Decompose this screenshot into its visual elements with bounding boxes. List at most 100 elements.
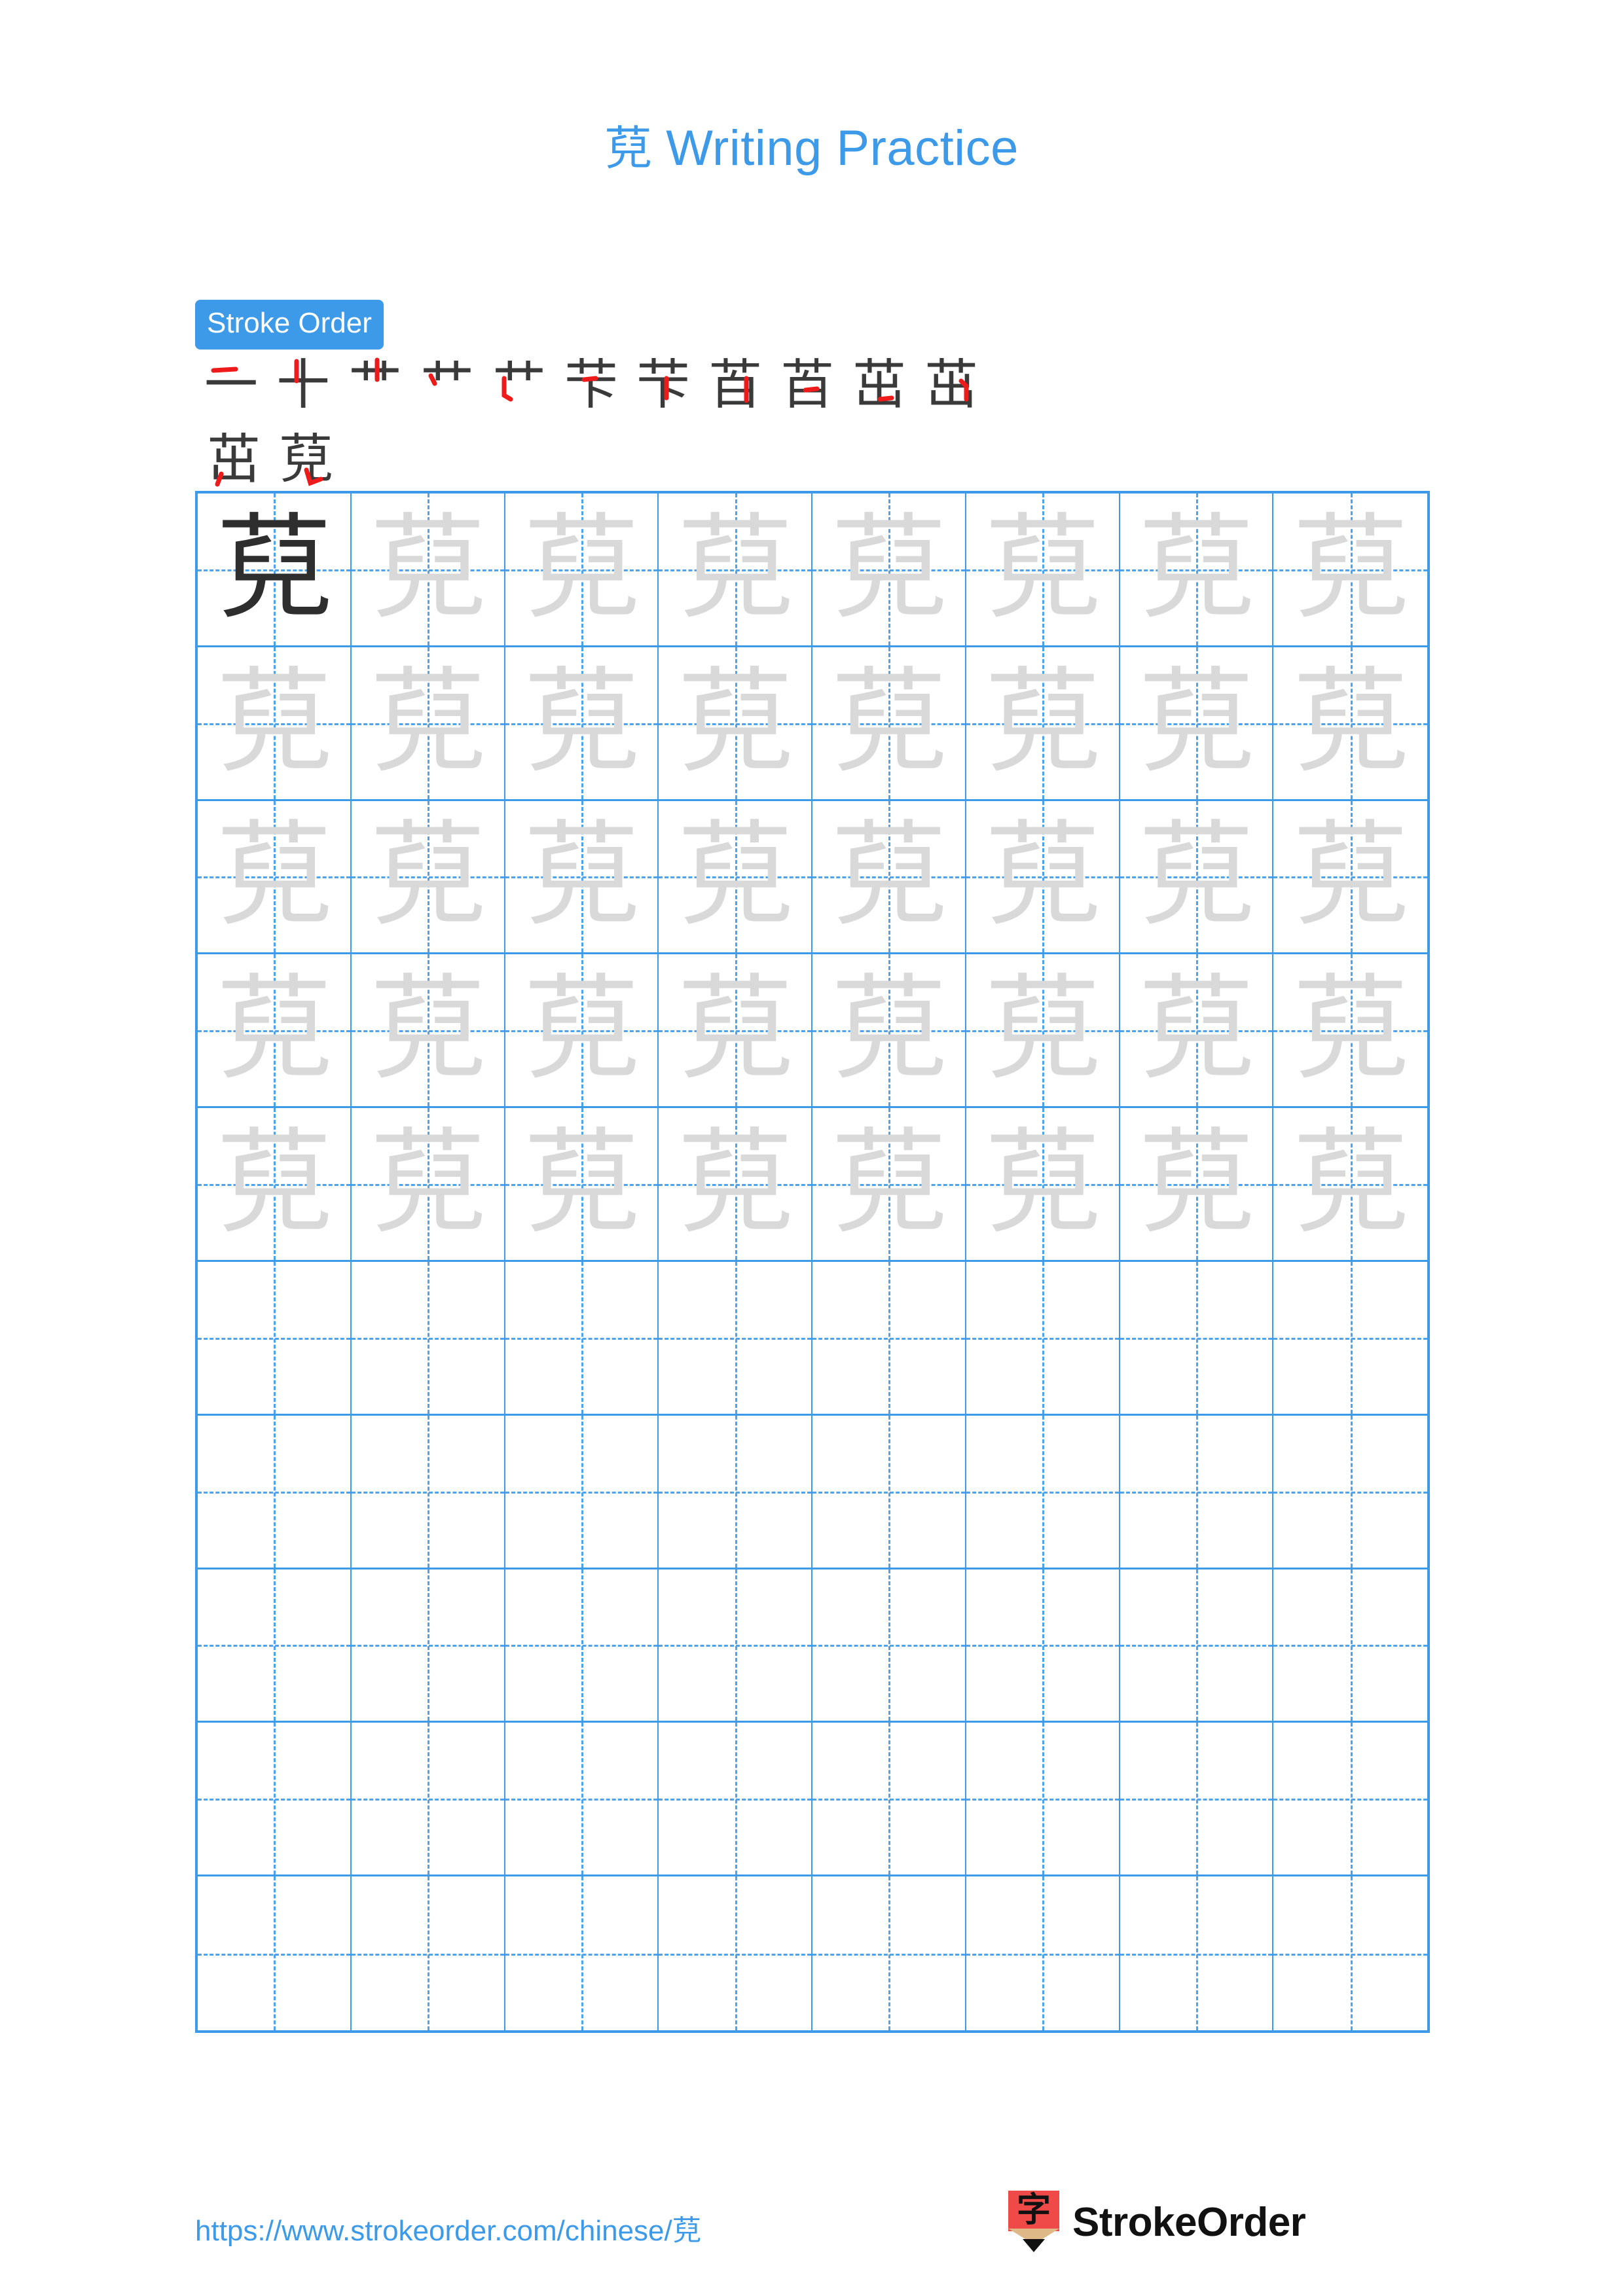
practice-cell-r6-c2[interactable]: [351, 1262, 505, 1416]
practice-cell-r9-c7[interactable]: [1120, 1723, 1274, 1877]
page-title-character: 萖: [604, 121, 652, 176]
practice-cell-r6-c5[interactable]: [812, 1262, 966, 1416]
practice-cell-r1-c7[interactable]: 萖: [1120, 493, 1274, 647]
trace-character: 萖: [523, 963, 639, 1098]
practice-cell-r1-c6[interactable]: 萖: [966, 493, 1120, 647]
trace-character: 萖: [216, 655, 332, 790]
practice-cell-r6-c3[interactable]: [505, 1262, 659, 1416]
practice-cell-r7-c8[interactable]: [1273, 1415, 1427, 1570]
practice-cell-r4-c8[interactable]: 萖: [1273, 954, 1427, 1109]
practice-cell-r8-c4[interactable]: [659, 1569, 812, 1723]
practice-grid: 萖萖萖萖萖萖萖萖萖萖萖萖萖萖萖萖萖萖萖萖萖萖萖萖萖萖萖萖萖萖萖萖萖萖萖萖萖萖萖萖: [195, 491, 1430, 2033]
practice-cell-r2-c2[interactable]: 萖: [351, 647, 505, 801]
practice-cell-r3-c3[interactable]: 萖: [505, 800, 659, 955]
trace-character: 萖: [831, 963, 947, 1098]
stroke-step-4: 艹: [411, 350, 483, 422]
practice-cell-r2-c7[interactable]: 萖: [1120, 647, 1274, 801]
trace-character: 萖: [985, 809, 1101, 944]
practice-cell-r9-c2[interactable]: [351, 1723, 505, 1877]
practice-cell-r9-c4[interactable]: [659, 1723, 812, 1877]
practice-cell-r9-c6[interactable]: [966, 1723, 1120, 1877]
practice-cell-r2-c8[interactable]: 萖: [1273, 647, 1427, 801]
trace-character: 萖: [677, 501, 793, 636]
practice-cell-r10-c3[interactable]: [505, 1876, 659, 2030]
practice-cell-r1-c5[interactable]: 萖: [812, 493, 966, 647]
practice-cell-r2-c4[interactable]: 萖: [659, 647, 812, 801]
practice-cell-r3-c1[interactable]: 萖: [198, 800, 352, 955]
practice-cell-r5-c5[interactable]: 萖: [812, 1108, 966, 1262]
practice-cell-r2-c3[interactable]: 萖: [505, 647, 659, 801]
practice-cell-r6-c7[interactable]: [1120, 1262, 1274, 1416]
practice-cell-r7-c2[interactable]: [351, 1415, 505, 1570]
practice-cell-r2-c6[interactable]: 萖: [966, 647, 1120, 801]
practice-cell-r8-c5[interactable]: [812, 1569, 966, 1723]
model-character: 萖: [216, 501, 332, 636]
practice-cell-r2-c1[interactable]: 萖: [198, 647, 352, 801]
practice-cell-r7-c1[interactable]: [198, 1415, 352, 1570]
practice-cell-r9-c1[interactable]: [198, 1723, 352, 1877]
practice-cell-r3-c4[interactable]: 萖: [659, 800, 812, 955]
practice-cell-r6-c4[interactable]: [659, 1262, 812, 1416]
practice-cell-r4-c6[interactable]: 萖: [966, 954, 1120, 1109]
trace-character: 萖: [985, 655, 1101, 790]
practice-cell-r1-c1[interactable]: 萖: [198, 493, 352, 647]
practice-cell-r7-c5[interactable]: [812, 1415, 966, 1570]
practice-cell-r5-c2[interactable]: 萖: [351, 1108, 505, 1262]
stroke-step-13: 萖: [270, 424, 342, 496]
practice-cell-r3-c2[interactable]: 萖: [351, 800, 505, 955]
practice-cell-r6-c6[interactable]: [966, 1262, 1120, 1416]
practice-cell-r4-c2[interactable]: 萖: [351, 954, 505, 1109]
practice-cell-r7-c3[interactable]: [505, 1415, 659, 1570]
practice-cell-r4-c3[interactable]: 萖: [505, 954, 659, 1109]
practice-cell-r5-c3[interactable]: 萖: [505, 1108, 659, 1262]
practice-cell-r3-c7[interactable]: 萖: [1120, 800, 1274, 955]
footer-url[interactable]: https://www.strokeorder.com/chinese/萖: [195, 2207, 701, 2249]
practice-cell-r4-c1[interactable]: 萖: [198, 954, 352, 1109]
brand-name: StrokeOrder: [1072, 2199, 1306, 2245]
practice-cell-r8-c2[interactable]: [351, 1569, 505, 1723]
practice-cell-r4-c4[interactable]: 萖: [659, 954, 812, 1109]
practice-cell-r10-c7[interactable]: [1120, 1876, 1274, 2030]
stroke-order-row-1: 一十艹艹艹芐芐苩苩茁茁: [195, 350, 1432, 420]
practice-cell-r8-c8[interactable]: [1273, 1569, 1427, 1723]
practice-cell-r5-c8[interactable]: 萖: [1273, 1108, 1427, 1262]
practice-cell-r6-c1[interactable]: [198, 1262, 352, 1416]
stroke-step-11: 茁: [915, 350, 987, 422]
practice-cell-r3-c8[interactable]: 萖: [1273, 800, 1427, 955]
practice-cell-r9-c8[interactable]: [1273, 1723, 1427, 1877]
practice-cell-r3-c5[interactable]: 萖: [812, 800, 966, 955]
practice-cell-r5-c4[interactable]: 萖: [659, 1108, 812, 1262]
practice-cell-r10-c5[interactable]: [812, 1876, 966, 2030]
practice-cell-r7-c4[interactable]: [659, 1415, 812, 1570]
practice-cell-r2-c5[interactable]: 萖: [812, 647, 966, 801]
practice-cell-r7-c7[interactable]: [1120, 1415, 1274, 1570]
practice-cell-r10-c4[interactable]: [659, 1876, 812, 2030]
practice-cell-r5-c7[interactable]: 萖: [1120, 1108, 1274, 1262]
practice-cell-r4-c5[interactable]: 萖: [812, 954, 966, 1109]
practice-cell-r9-c3[interactable]: [505, 1723, 659, 1877]
practice-cell-r5-c6[interactable]: 萖: [966, 1108, 1120, 1262]
practice-cell-r10-c1[interactable]: [198, 1876, 352, 2030]
practice-cell-r8-c1[interactable]: [198, 1569, 352, 1723]
trace-character: 萖: [216, 1117, 332, 1251]
practice-cell-r5-c1[interactable]: 萖: [198, 1108, 352, 1262]
practice-cell-r8-c6[interactable]: [966, 1569, 1120, 1723]
practice-cell-r8-c7[interactable]: [1120, 1569, 1274, 1723]
practice-cell-r3-c6[interactable]: 萖: [966, 800, 1120, 955]
practice-cell-r1-c2[interactable]: 萖: [351, 493, 505, 647]
practice-cell-r1-c3[interactable]: 萖: [505, 493, 659, 647]
practice-cell-r10-c6[interactable]: [966, 1876, 1120, 2030]
trace-character: 萖: [370, 809, 486, 944]
practice-cell-r6-c8[interactable]: [1273, 1262, 1427, 1416]
practice-cell-r10-c2[interactable]: [351, 1876, 505, 2030]
practice-cell-r1-c4[interactable]: 萖: [659, 493, 812, 647]
trace-character: 萖: [831, 655, 947, 790]
new-stroke-highlight-icon: [304, 467, 323, 486]
practice-cell-r8-c3[interactable]: [505, 1569, 659, 1723]
practice-cell-r10-c8[interactable]: [1273, 1876, 1427, 2030]
practice-cell-r7-c6[interactable]: [966, 1415, 1120, 1570]
practice-cell-r9-c5[interactable]: [812, 1723, 966, 1877]
footer-brand[interactable]: 字 StrokeOrder: [1008, 2186, 1306, 2258]
practice-cell-r4-c7[interactable]: 萖: [1120, 954, 1274, 1109]
practice-cell-r1-c8[interactable]: 萖: [1273, 493, 1427, 647]
